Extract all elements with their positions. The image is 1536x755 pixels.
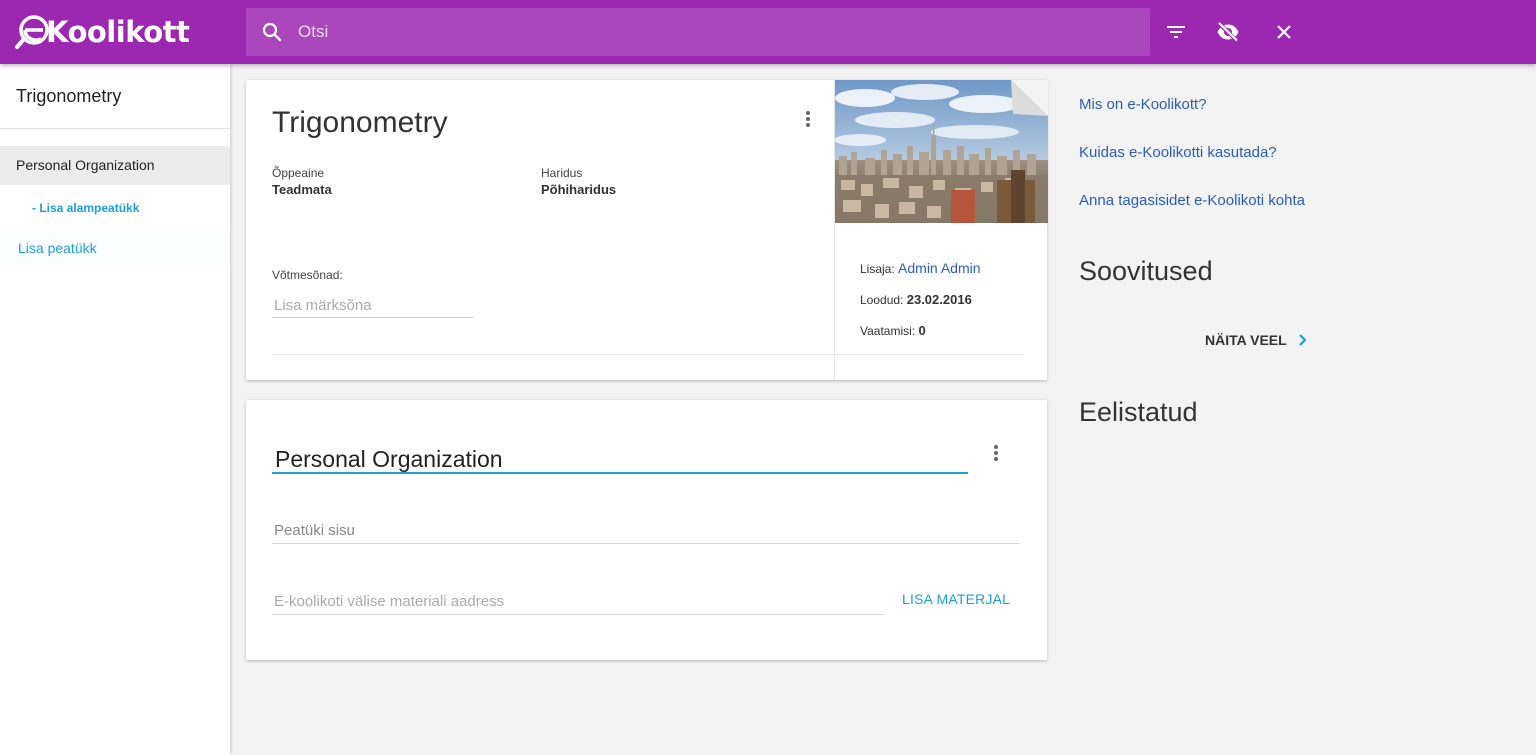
education-value: Põhiharidus bbox=[541, 182, 617, 197]
author-link[interactable]: Admin Admin bbox=[898, 260, 980, 276]
chapter-title-field[interactable]: Personal Organization bbox=[272, 444, 968, 474]
search-icon[interactable] bbox=[260, 20, 284, 44]
added-by-label: Lisaja: bbox=[860, 262, 895, 276]
sidebar: Trigonometry Personal Organization - Lis… bbox=[0, 64, 230, 755]
chapter-title-input[interactable]: Personal Organization bbox=[275, 446, 955, 473]
created-row: Loodud: 23.02.2016 bbox=[860, 292, 972, 307]
favorites-heading: Eelistatud bbox=[1079, 397, 1198, 427]
add-subchapter-link[interactable]: - Lisa alampeatükk bbox=[32, 201, 139, 215]
views-value: 0 bbox=[918, 323, 926, 338]
visibility-off-icon[interactable] bbox=[1216, 20, 1240, 44]
logo-icon bbox=[15, 15, 49, 49]
material-title: Trigonometry bbox=[272, 106, 448, 139]
show-more-label: NÄITA VEEL bbox=[1205, 332, 1287, 348]
link-how-to-use[interactable]: Kuidas e-Koolikotti kasutada? bbox=[1079, 144, 1277, 161]
close-icon[interactable] bbox=[1272, 20, 1296, 44]
sidebar-item-chapter[interactable]: Personal Organization bbox=[0, 146, 230, 185]
search-bar[interactable] bbox=[246, 8, 1150, 56]
keywords-label: Võtmesõnad: bbox=[272, 268, 343, 282]
external-material-url-input[interactable] bbox=[272, 589, 884, 615]
subject-value: Teadmata bbox=[272, 182, 332, 197]
chevron-right-icon bbox=[1298, 334, 1307, 346]
show-more-button[interactable]: NÄITA VEEL bbox=[1205, 332, 1309, 348]
more-vert-icon[interactable] bbox=[984, 441, 1008, 465]
more-vert-icon[interactable] bbox=[796, 107, 820, 131]
views-label: Vaatamisi: bbox=[860, 324, 916, 338]
created-label: Loodud: bbox=[860, 293, 904, 307]
logo[interactable]: Koolikott bbox=[14, 12, 190, 52]
views-row: Vaatamisi: 0 bbox=[860, 323, 926, 338]
add-material-button[interactable]: LISA MATERJAL bbox=[902, 591, 1010, 607]
keyword-input[interactable] bbox=[272, 294, 473, 318]
sidebar-title[interactable]: Trigonometry bbox=[16, 86, 121, 107]
sidebar-divider bbox=[0, 128, 230, 129]
subject-label: Õppeaine bbox=[272, 166, 325, 180]
filter-icon[interactable] bbox=[1164, 20, 1188, 44]
divider bbox=[272, 354, 834, 355]
material-picture bbox=[835, 80, 1048, 223]
add-chapter-link[interactable]: Lisa peatükk bbox=[0, 230, 230, 266]
education-label: Haridus bbox=[541, 166, 583, 180]
link-feedback[interactable]: Anna tagasisidet e-Koolikoti kohta bbox=[1079, 192, 1305, 209]
recommendations-heading: Soovitused bbox=[1079, 256, 1213, 286]
material-info-panel: Lisaja: Admin Admin Loodud: 23.02.2016 V… bbox=[834, 80, 1048, 380]
chapter-card: Personal Organization LISA MATERJAL bbox=[246, 400, 1047, 660]
chapter-content-input[interactable] bbox=[272, 518, 1020, 544]
logo-text: Koolikott bbox=[46, 15, 190, 49]
created-value: 23.02.2016 bbox=[906, 292, 972, 307]
link-what-is[interactable]: Mis on e-Koolikott? bbox=[1079, 96, 1207, 113]
top-app-bar: Koolikott bbox=[0, 0, 1536, 64]
divider bbox=[835, 354, 1023, 355]
added-by-row: Lisaja: Admin Admin bbox=[860, 260, 981, 276]
material-card: Trigonometry Õppeaine Teadmata Haridus P… bbox=[246, 80, 1048, 380]
search-input[interactable] bbox=[298, 8, 1138, 56]
